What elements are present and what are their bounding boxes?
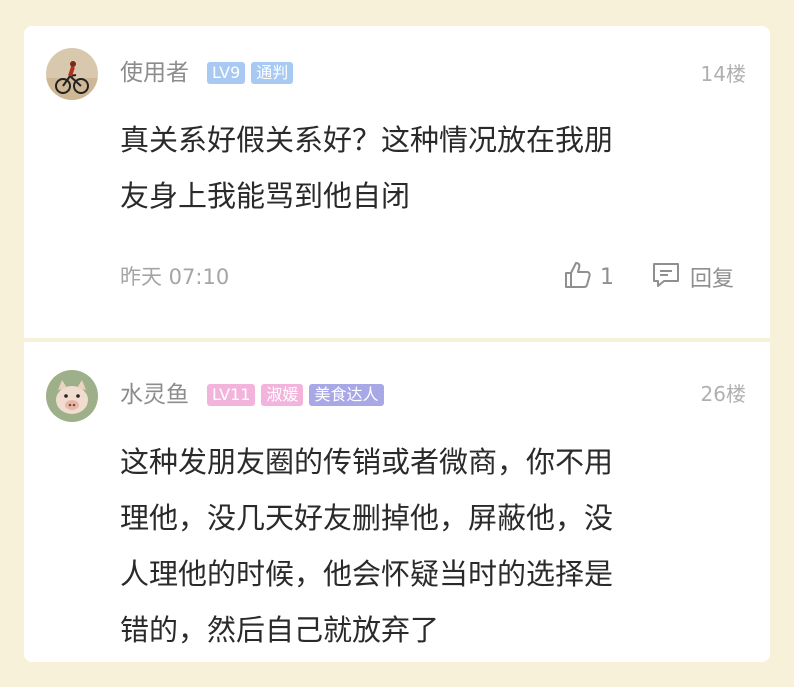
comment-line: 友身上我能骂到他自闭	[120, 179, 411, 213]
comment-line: 这种发朋友圈的传销或者微商，你不用	[120, 445, 614, 479]
level-badge: LV9	[207, 62, 246, 84]
username[interactable]: 水灵鱼	[120, 380, 189, 410]
floor-number: 14楼	[700, 62, 746, 86]
username[interactable]: 使用者	[120, 58, 189, 88]
comment-card-26: 水灵鱼 LV11 淑媛 美食达人 26楼 这种发朋友圈的传销或者微商，你不用 理…	[24, 342, 770, 662]
title-badge: 淑媛	[261, 384, 304, 406]
floor-number: 26楼	[700, 382, 746, 406]
level-badge: LV11	[207, 384, 256, 406]
comment-line: 人理他的时候，他会怀疑当时的选择是	[120, 557, 614, 591]
reply-label: 回复	[690, 267, 735, 292]
comment-text: 真关系好假关系好？这种情况放在我朋 友身上我能骂到他自闭	[120, 112, 740, 224]
timestamp: 昨天 07:10	[120, 265, 230, 289]
title-badge: 通判	[251, 62, 294, 84]
title-badge: 美食达人	[309, 384, 384, 406]
thumbs-up-icon	[562, 260, 592, 294]
reply-button[interactable]: 回复	[650, 260, 734, 294]
like-count: 1	[600, 264, 614, 290]
comment-line: 理他，没几天好友删掉他，屏蔽他，没	[120, 501, 614, 535]
comment-line: 错的，然后自己就放弃了	[120, 613, 440, 647]
comment-bubble-icon	[650, 260, 682, 294]
cyclist-avatar-icon[interactable]	[46, 48, 98, 100]
comment-line: 真关系好假关系好？这种情况放在我朋	[120, 123, 614, 157]
piglet-avatar-icon[interactable]	[46, 370, 98, 422]
like-button[interactable]: 1	[562, 260, 614, 294]
badge-group: LV11 淑媛 美食达人	[207, 384, 384, 406]
comment-card-14: 使用者 LV9 通判 14楼 真关系好假关系好？这种情况放在我朋 友身上我能骂到…	[24, 26, 770, 338]
badge-group: LV9 通判	[207, 62, 294, 84]
comment-text: 这种发朋友圈的传销或者微商，你不用 理他，没几天好友删掉他，屏蔽他，没 人理他的…	[120, 434, 740, 658]
